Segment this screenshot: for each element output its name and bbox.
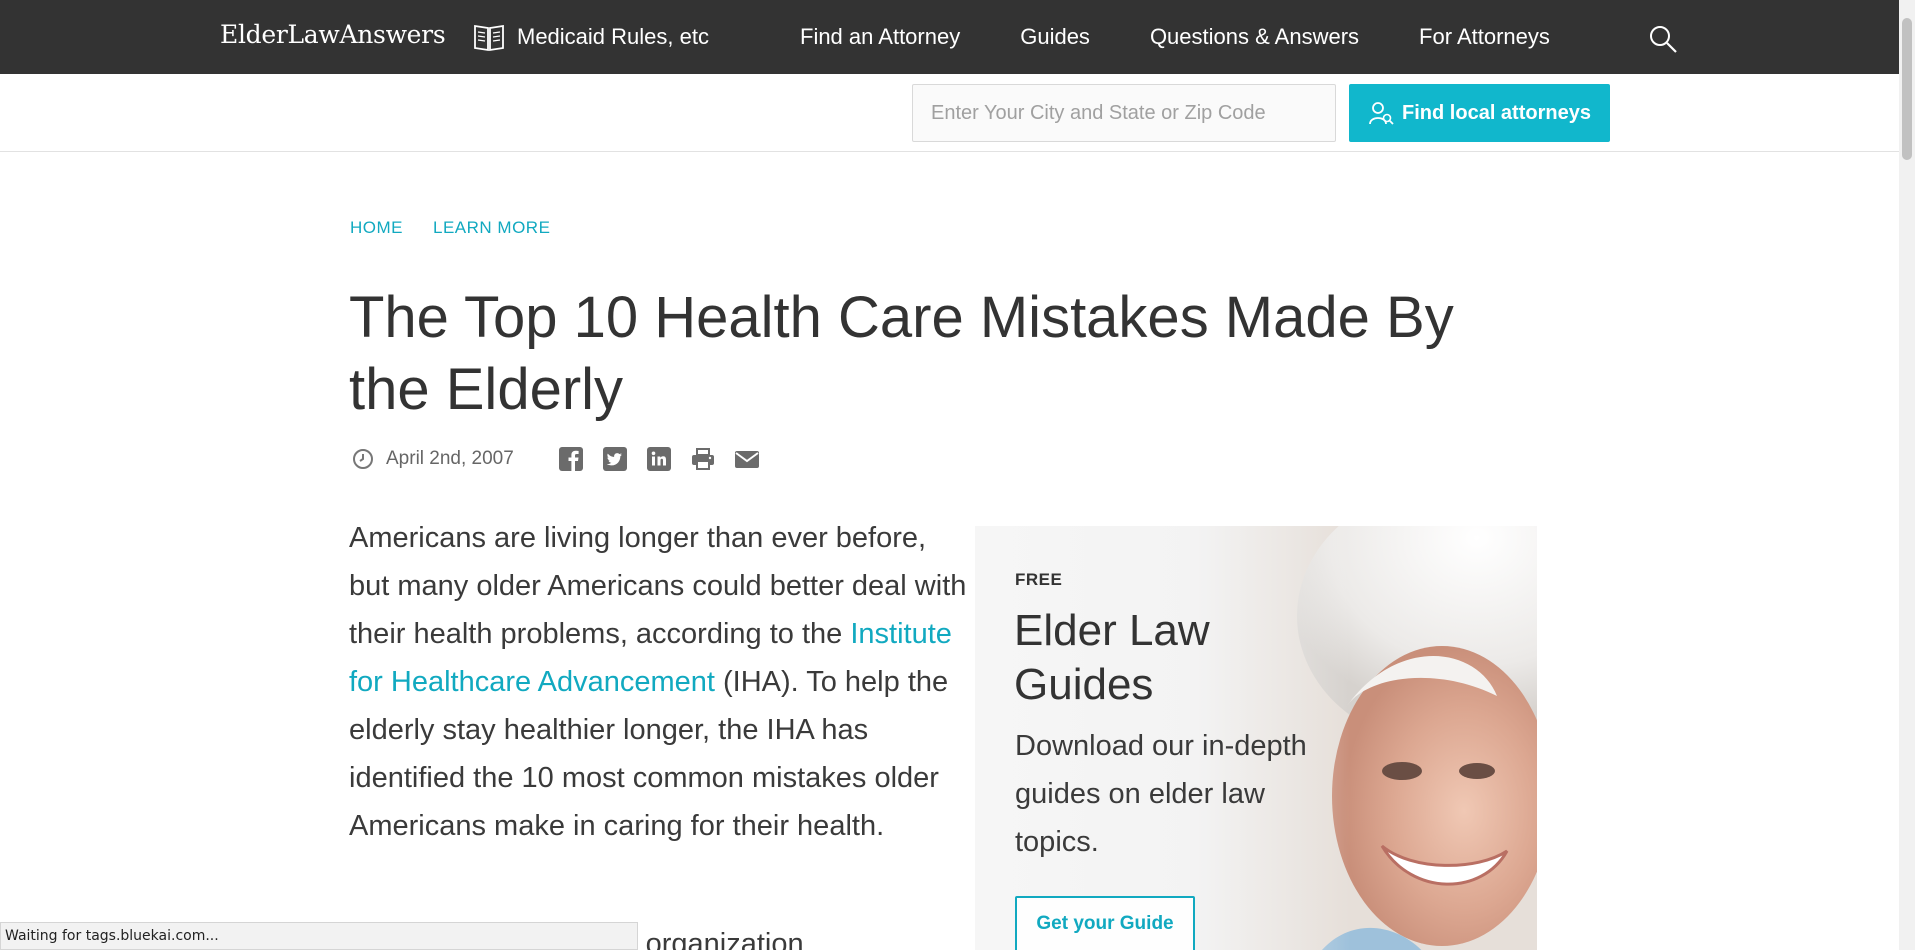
scrollbar-thumb[interactable] (1902, 18, 1912, 160)
page-title: The Top 10 Health Care Mistakes Made By … (349, 285, 1454, 422)
location-input[interactable] (912, 84, 1336, 142)
attorney-search-icon (1369, 102, 1394, 125)
breadcrumb: HOME LEARN MORE (350, 218, 550, 238)
clock-icon (353, 449, 373, 469)
facebook-icon[interactable] (558, 446, 584, 472)
page-scrollbar[interactable] (1899, 0, 1915, 950)
promo-free-label: FREE (1015, 570, 1063, 589)
browser-status-bar: Waiting for tags.bluekai.com... (0, 922, 638, 950)
breadcrumb-home[interactable]: HOME (350, 218, 403, 238)
share-buttons (558, 446, 760, 472)
nav-guides[interactable]: Guides (1020, 24, 1090, 50)
publish-date: April 2nd, 2007 (386, 448, 514, 469)
nav-find-attorney[interactable]: Find an Attorney (800, 24, 960, 50)
nav-for-attorneys[interactable]: For Attorneys (1419, 24, 1550, 50)
article-intro: Americans are living longer than ever be… (349, 514, 967, 850)
book-icon (474, 24, 504, 52)
main-nav-links: Find an Attorney Guides Questions & Answ… (800, 24, 1550, 50)
get-guide-button[interactable]: Get your Guide (1015, 896, 1195, 950)
breadcrumb-learn-more[interactable]: LEARN MORE (433, 218, 550, 238)
search-icon[interactable] (1648, 24, 1678, 54)
print-icon[interactable] (690, 446, 716, 472)
find-local-attorneys-button[interactable]: Find local attorneys (1349, 84, 1610, 142)
nav-questions-answers[interactable]: Questions & Answers (1150, 24, 1359, 50)
browser-viewport: ElderLawAnswers Medicaid Rules, etc Find… (0, 0, 1915, 950)
medicaid-rules-link[interactable]: Medicaid Rules, etc (473, 22, 709, 52)
medicaid-rules-label: Medicaid Rules, etc (517, 24, 709, 49)
find-local-attorneys-label: Find local attorneys (1402, 101, 1591, 124)
email-icon[interactable] (734, 446, 760, 472)
top-navigation: ElderLawAnswers Medicaid Rules, etc Find… (0, 0, 1899, 74)
article-meta: April 2nd, 2007 (352, 446, 760, 472)
site-logo[interactable]: ElderLawAnswers (220, 20, 446, 49)
promo-heading: Elder Law Guides (1014, 606, 1210, 709)
twitter-icon[interactable] (602, 446, 628, 472)
promo-description: Download our in-depth guides on elder la… (1015, 730, 1307, 858)
guides-promo: FREE Elder Law Guides Download our in-de… (975, 526, 1537, 950)
linkedin-icon[interactable] (646, 446, 672, 472)
